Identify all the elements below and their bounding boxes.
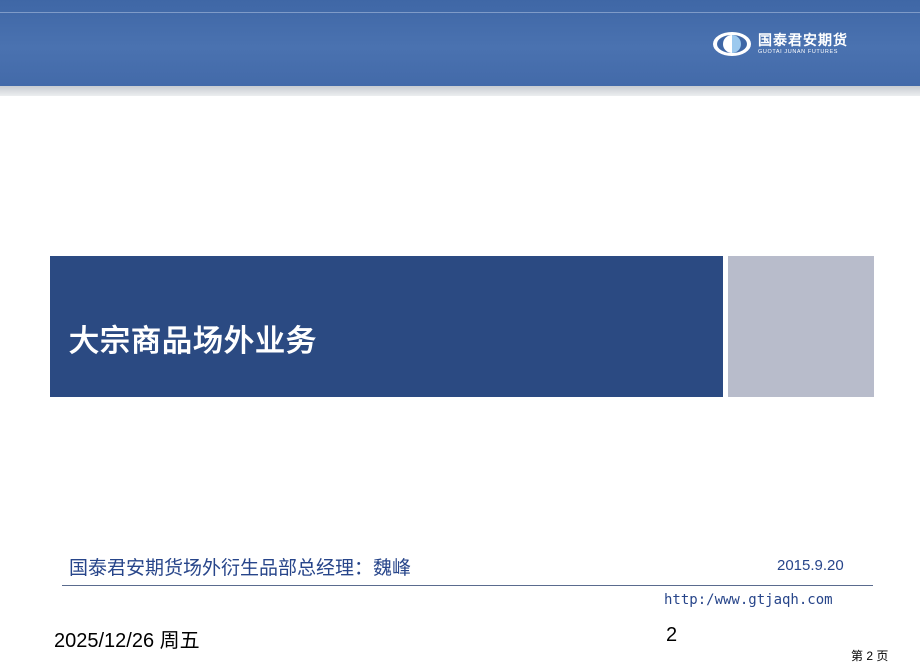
- logo-name-en: GUOTAI JUNAN FUTURES: [758, 48, 839, 55]
- presenter-subtitle: 国泰君安期货场外衍生品部总经理：魏峰: [69, 558, 412, 579]
- page-label: 第 2 页: [851, 649, 889, 663]
- title-panel: 大宗商品场外业务: [50, 256, 723, 397]
- guotai-junan-logo-icon: [713, 32, 751, 56]
- slide-title: 大宗商品场外业务: [69, 325, 317, 358]
- subtitle-divider: [62, 585, 873, 586]
- logo-name-cn: 国泰君安期货: [758, 31, 848, 48]
- company-logo: 国泰君安期货 GUOTAI JUNAN FUTURES: [712, 30, 848, 58]
- banner-divider: [0, 12, 920, 13]
- header-banner: 国泰君安期货 GUOTAI JUNAN FUTURES: [0, 0, 920, 86]
- banner-shadow: [0, 86, 920, 96]
- website-url[interactable]: http:/www.gtjaqh.com: [664, 592, 833, 608]
- presentation-date: 2015.9.20: [777, 557, 844, 574]
- footer-date: 2025/12/26 周五: [54, 630, 200, 652]
- slide-number: 2: [666, 624, 678, 646]
- side-accent-panel: [728, 256, 874, 397]
